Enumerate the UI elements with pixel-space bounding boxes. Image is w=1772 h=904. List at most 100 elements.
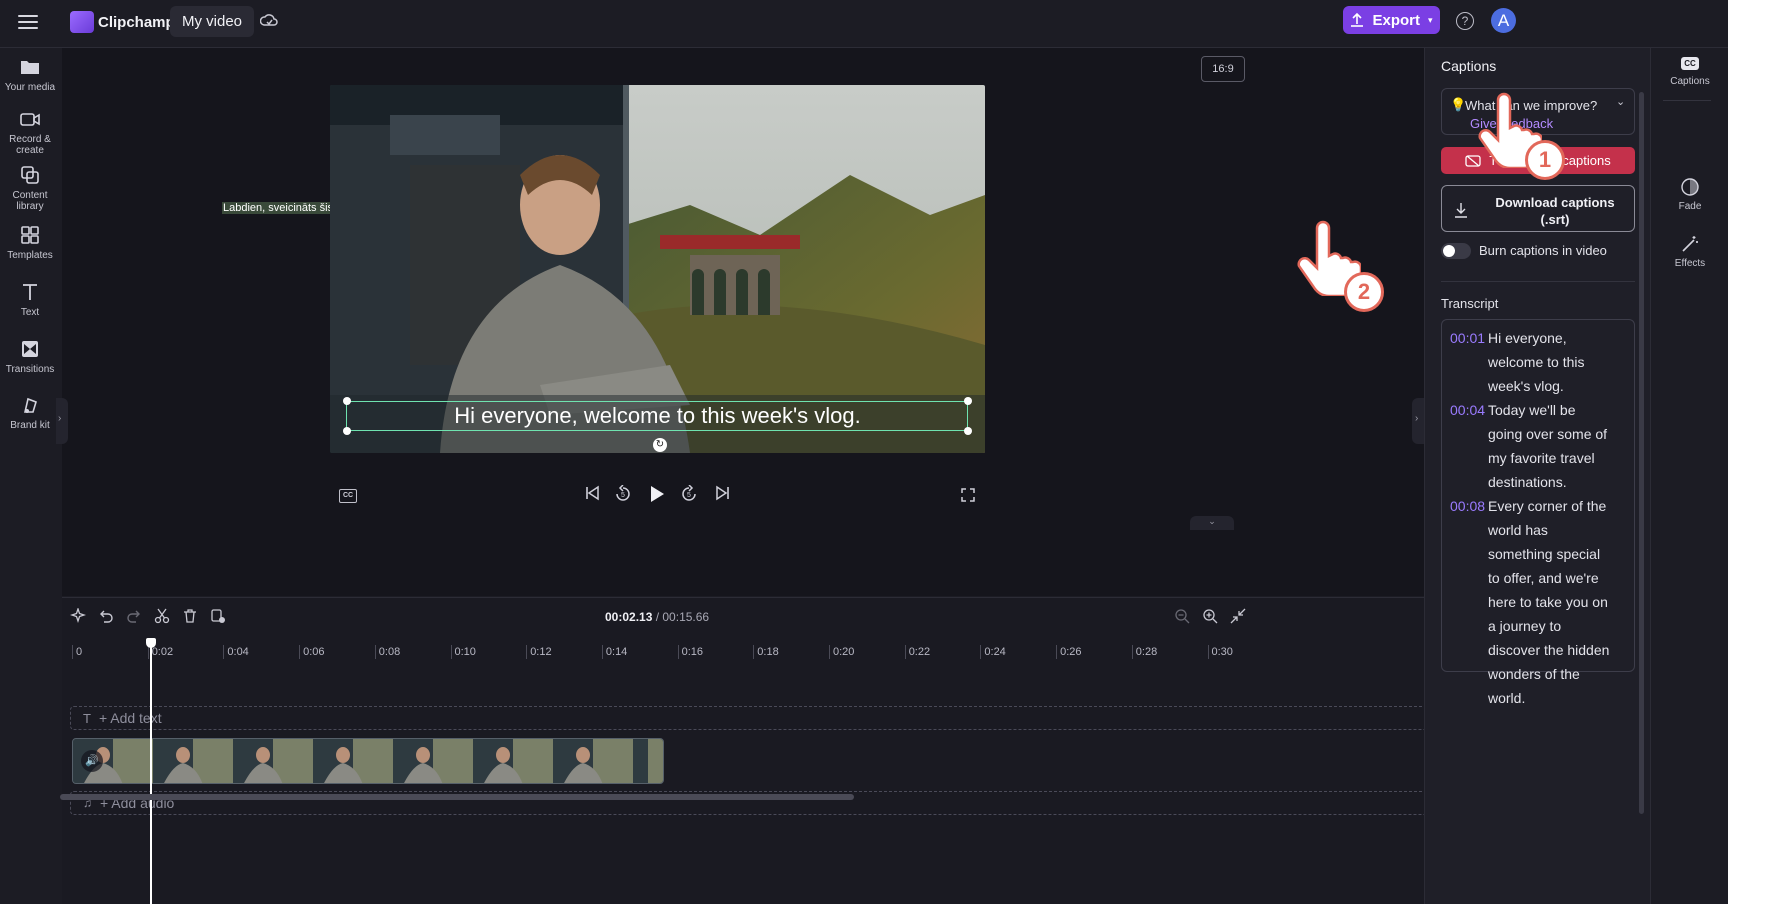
transcript-line[interactable]: 00:04 Today we'll be [1450, 398, 1626, 422]
transcript-timestamp[interactable] [1450, 566, 1488, 590]
transcript-timestamp[interactable] [1450, 638, 1488, 662]
cc-icon[interactable]: CC [339, 489, 357, 503]
download-captions-button[interactable]: Download captions (.srt) [1441, 185, 1635, 232]
sidebar-item-templates[interactable]: Templates [0, 224, 60, 261]
video-frame[interactable]: Hi everyone, welcome to this week's vlog… [330, 85, 985, 453]
transcript-text[interactable]: to offer, and we're [1488, 566, 1599, 590]
transcript-timestamp[interactable] [1450, 470, 1488, 494]
transcript-text[interactable]: going over some of [1488, 422, 1607, 446]
transcript-text[interactable]: Today we'll be [1488, 398, 1576, 422]
transcript-line[interactable]: world has [1450, 518, 1626, 542]
trash-icon[interactable] [182, 608, 198, 629]
transcript-text[interactable]: something special [1488, 542, 1600, 566]
transcript-text[interactable]: my favorite travel [1488, 446, 1595, 470]
sidebar-item-text[interactable]: Text [0, 281, 60, 318]
collapse-timeline-icon[interactable]: ⌄ [1190, 516, 1234, 530]
transcript-timestamp[interactable] [1450, 518, 1488, 542]
upload-icon [1351, 12, 1364, 27]
aspect-ratio-button[interactable]: 16:9 [1201, 56, 1245, 82]
undo-icon[interactable] [98, 608, 114, 629]
transcript-timestamp[interactable] [1450, 686, 1488, 710]
transcript-timestamp[interactable] [1450, 422, 1488, 446]
transcript-line[interactable]: world. [1450, 686, 1626, 710]
chevron-down-icon[interactable]: ⌄ [1616, 95, 1625, 108]
cloud-sync-icon[interactable] [259, 12, 278, 30]
redo-icon[interactable] [126, 608, 142, 629]
burn-captions-toggle[interactable] [1441, 243, 1471, 259]
transcript-timestamp[interactable] [1450, 662, 1488, 686]
zoom-out-icon[interactable] [1174, 608, 1190, 629]
video-subtitle[interactable]: Hi everyone, welcome to this week's vlog… [330, 403, 985, 429]
transcript-text[interactable]: wonders of the [1488, 662, 1580, 686]
expand-right-panel-button[interactable]: › [1412, 398, 1424, 444]
panel-scrollbar[interactable] [1639, 92, 1644, 814]
transcript-line[interactable]: something special [1450, 542, 1626, 566]
transcript-line[interactable]: here to take you on [1450, 590, 1626, 614]
export-button[interactable]: Export ▾ [1343, 6, 1440, 34]
sidebar-item-record-create[interactable]: Record & create [0, 108, 60, 156]
avatar[interactable]: A [1491, 8, 1516, 33]
transcript-line[interactable]: my favorite travel [1450, 446, 1626, 470]
sidebar-item-brand-kit[interactable]: Brand kit [0, 394, 60, 431]
transcript-text[interactable]: Hi everyone, [1488, 326, 1567, 350]
transcript-line[interactable]: destinations. [1450, 470, 1626, 494]
transcript-timestamp[interactable]: 00:01 [1450, 326, 1488, 350]
transcript-timestamp[interactable] [1450, 614, 1488, 638]
transcript-timestamp[interactable] [1450, 446, 1488, 470]
transcript-text[interactable]: destinations. [1488, 470, 1567, 494]
transcript-line[interactable]: a journey to [1450, 614, 1626, 638]
sidebar-item-your-media[interactable]: Your media [0, 56, 60, 93]
add-text-track[interactable]: T + Add text [70, 706, 1430, 730]
transcript-timestamp[interactable] [1450, 374, 1488, 398]
sidebar-item-content-library[interactable]: Content library [0, 164, 60, 212]
transcript-timestamp[interactable] [1450, 350, 1488, 374]
transcript-text[interactable]: discover the hidden [1488, 638, 1609, 662]
skip-to-start-icon[interactable] [584, 485, 600, 506]
transcript-text[interactable]: week's vlog. [1488, 374, 1564, 398]
transcript-text[interactable]: welcome to this [1488, 350, 1584, 374]
skip-to-end-icon[interactable] [715, 485, 731, 506]
playhead[interactable] [150, 644, 152, 904]
horizontal-scrollbar[interactable] [60, 794, 854, 800]
fit-timeline-icon[interactable] [1230, 608, 1246, 629]
ruler-tick-label: 0:12 [530, 646, 552, 658]
rewind-5-icon[interactable]: 5 [614, 484, 632, 508]
transcript-line[interactable]: to offer, and we're [1450, 566, 1626, 590]
scissors-icon[interactable] [154, 608, 170, 629]
transcript-text[interactable]: Every corner of the [1488, 494, 1606, 518]
transcript-line[interactable]: week's vlog. [1450, 374, 1626, 398]
transcript-line[interactable]: 00:08 Every corner of the [1450, 494, 1626, 518]
transcript-timestamp[interactable]: 00:04 [1450, 398, 1488, 422]
transcript-text[interactable]: world. [1488, 686, 1525, 710]
rail-item-fade[interactable]: Fade [1651, 177, 1728, 212]
sidebar-item-transitions[interactable]: Transitions [0, 338, 60, 375]
play-icon[interactable] [649, 485, 665, 508]
transcript-text[interactable]: here to take you on [1488, 590, 1608, 614]
transcript-text[interactable]: a journey to [1488, 614, 1561, 638]
rail-item-captions[interactable]: CC Captions [1651, 57, 1728, 87]
rotate-icon[interactable]: ↻ [653, 438, 667, 452]
transcript-line[interactable]: 00:01 Hi everyone, [1450, 326, 1626, 350]
forward-5-icon[interactable]: 5 [680, 484, 698, 508]
transcript-text[interactable]: world has [1488, 518, 1548, 542]
menu-icon[interactable] [18, 11, 38, 33]
playhead-handle[interactable] [146, 638, 156, 648]
expand-left-panel-button[interactable]: › [56, 398, 68, 444]
transcript-line[interactable]: discover the hidden [1450, 638, 1626, 662]
volume-icon[interactable]: 🔊 [81, 750, 103, 772]
project-title[interactable]: My video [170, 6, 255, 37]
fullscreen-icon[interactable] [961, 488, 975, 507]
transcript-timestamp[interactable] [1450, 590, 1488, 614]
video-clip[interactable]: 🔊 [72, 738, 664, 784]
transcript-box[interactable]: 00:01 Hi everyone, welcome to this week's v… [1441, 319, 1635, 706]
transcript-line[interactable]: wonders of the [1450, 662, 1626, 686]
rail-item-effects[interactable]: Effects [1651, 234, 1728, 269]
magic-icon[interactable] [69, 606, 87, 629]
question-icon[interactable]: ? [1456, 12, 1474, 30]
transcript-timestamp[interactable]: 00:08 [1450, 494, 1488, 518]
transcript-line[interactable]: going over some of [1450, 422, 1626, 446]
zoom-in-icon[interactable] [1202, 608, 1218, 629]
transcript-timestamp[interactable] [1450, 542, 1488, 566]
duplicate-icon[interactable] [210, 608, 226, 629]
transcript-line[interactable]: welcome to this [1450, 350, 1626, 374]
